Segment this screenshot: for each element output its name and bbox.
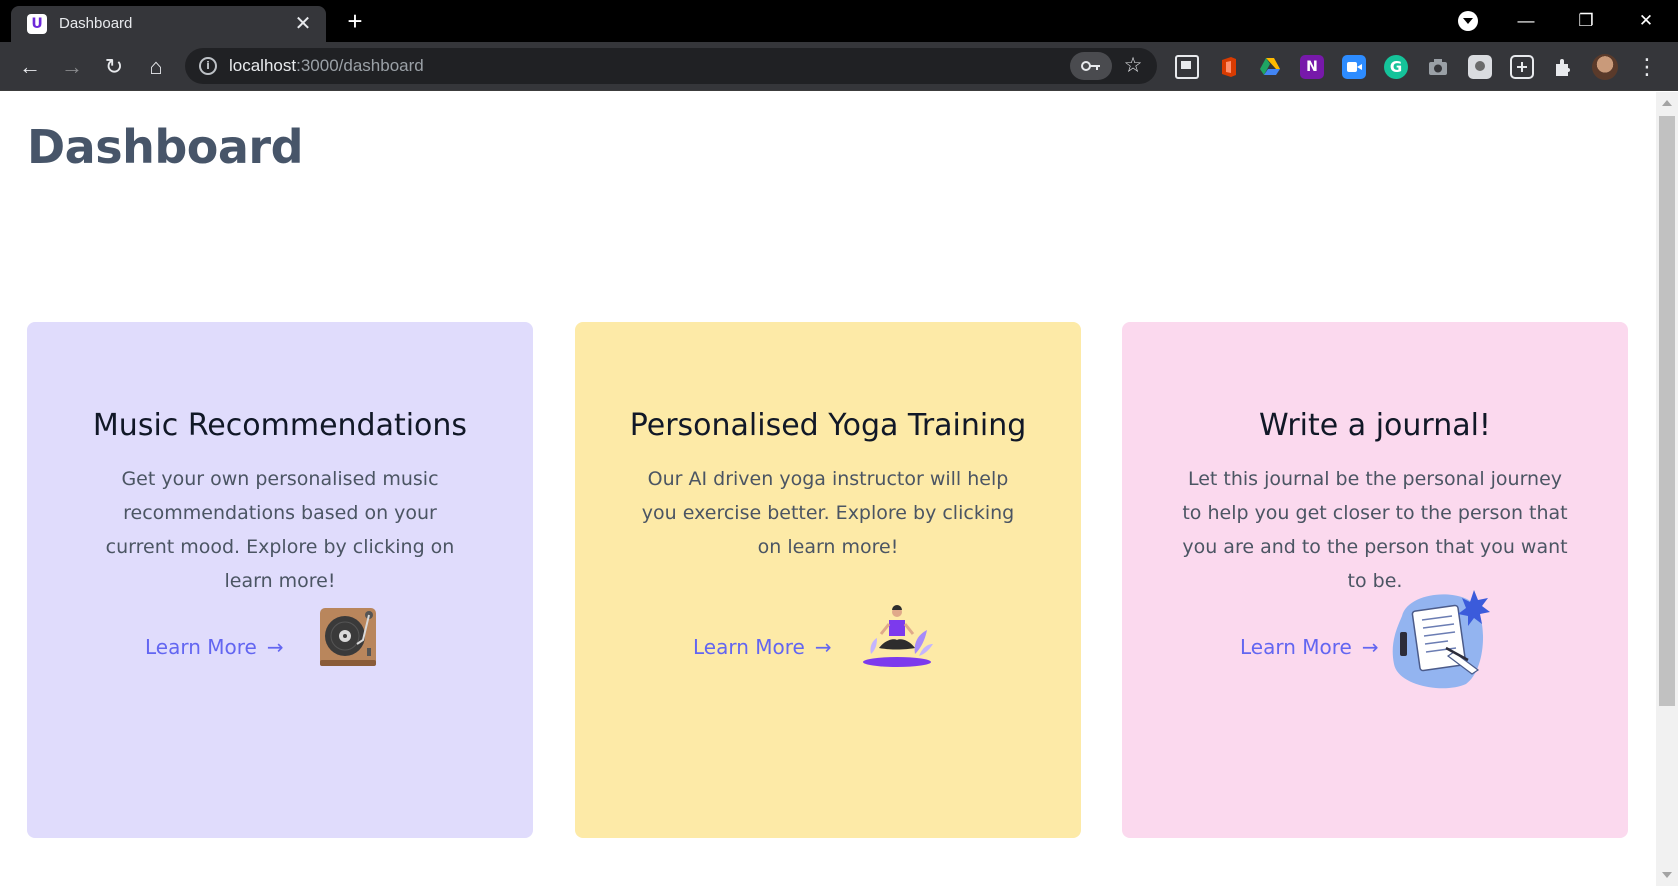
turntable-icon — [319, 606, 377, 673]
learn-more-label: Learn More — [145, 635, 257, 659]
learn-more-link[interactable]: Learn More → — [1240, 635, 1379, 659]
notes-icon[interactable] — [1510, 55, 1534, 79]
close-window-icon[interactable]: ✕ — [1626, 6, 1666, 36]
learn-more-label: Learn More — [693, 635, 805, 659]
office-icon[interactable] — [1217, 55, 1241, 79]
forward-icon[interactable]: → — [57, 52, 87, 82]
card-music: Music Recommendations Get your own perso… — [27, 322, 533, 838]
address-url[interactable]: localhost:3000/dashboard — [229, 56, 424, 76]
browser-toolbar: ← → ↻ ⌂ i localhost:3000/dashboard ☆ N G… — [0, 42, 1678, 91]
yoga-person-icon — [861, 604, 933, 673]
onenote-icon[interactable]: N — [1300, 55, 1324, 79]
card-title: Music Recommendations — [92, 408, 468, 443]
card-description: Our AI driven yoga instructor will help … — [641, 468, 1015, 558]
screenshot-icon[interactable] — [1426, 55, 1450, 79]
puzzle-icon[interactable] — [1552, 55, 1576, 79]
learn-more-link[interactable]: Learn More → — [145, 635, 284, 659]
extension-tile-icon[interactable] — [1468, 55, 1492, 79]
page-viewport: Dashboard Music Recommendations Get your… — [0, 92, 1656, 886]
card-title: Personalised Yoga Training — [629, 408, 1027, 443]
scroll-down-icon[interactable] — [1662, 872, 1672, 878]
arrow-right-icon: → — [266, 635, 284, 659]
card-journal: Write a journal! Let this journal be the… — [1122, 322, 1628, 838]
back-icon[interactable]: ← — [15, 52, 45, 82]
page-title: Dashboard — [27, 120, 304, 174]
key-icon[interactable] — [1070, 52, 1112, 80]
site-info-icon[interactable]: i — [199, 57, 217, 75]
bookmark-star-icon[interactable]: ☆ — [1119, 52, 1147, 80]
app-favicon-icon: U — [27, 14, 47, 34]
restore-icon[interactable]: ❐ — [1566, 6, 1606, 36]
zoom-icon[interactable] — [1342, 55, 1366, 79]
page-scrollbar[interactable] — [1656, 92, 1678, 886]
journal-writing-icon — [1388, 586, 1494, 697]
card-yoga: Personalised Yoga Training Our AI driven… — [575, 322, 1081, 838]
browser-tab-bar: U Dashboard ✕ + — ❐ ✕ — [0, 0, 1678, 42]
scroll-up-icon[interactable] — [1662, 100, 1672, 106]
google-drive-icon[interactable] — [1258, 55, 1282, 79]
home-icon[interactable]: ⌂ — [141, 52, 171, 82]
media-control-icon[interactable] — [1175, 55, 1199, 79]
reload-icon[interactable]: ↻ — [99, 52, 129, 82]
learn-more-label: Learn More — [1240, 635, 1352, 659]
minimize-icon[interactable]: — — [1506, 6, 1546, 36]
grammarly-icon[interactable]: G — [1384, 55, 1408, 79]
address-bar[interactable]: i localhost:3000/dashboard ☆ — [185, 48, 1157, 84]
browser-tab[interactable]: U Dashboard ✕ — [11, 6, 326, 42]
new-tab-icon[interactable]: + — [342, 8, 368, 34]
tab-close-icon[interactable]: ✕ — [292, 13, 314, 35]
card-title: Write a journal! — [1259, 408, 1491, 443]
tab-search-icon[interactable] — [1458, 11, 1478, 31]
card-description: Let this journal be the personal journey… — [1182, 468, 1568, 592]
arrow-right-icon: → — [1361, 635, 1379, 659]
learn-more-link[interactable]: Learn More → — [693, 635, 832, 659]
card-description: Get your own personalised music recommen… — [105, 468, 455, 592]
url-path: :3000/dashboard — [296, 56, 424, 75]
profile-avatar[interactable] — [1592, 54, 1618, 80]
scroll-thumb[interactable] — [1659, 116, 1675, 706]
url-host: localhost — [229, 56, 297, 75]
browser-menu-icon[interactable]: ⋮ — [1636, 52, 1658, 82]
tab-title: Dashboard — [59, 15, 133, 32]
arrow-right-icon: → — [814, 635, 832, 659]
